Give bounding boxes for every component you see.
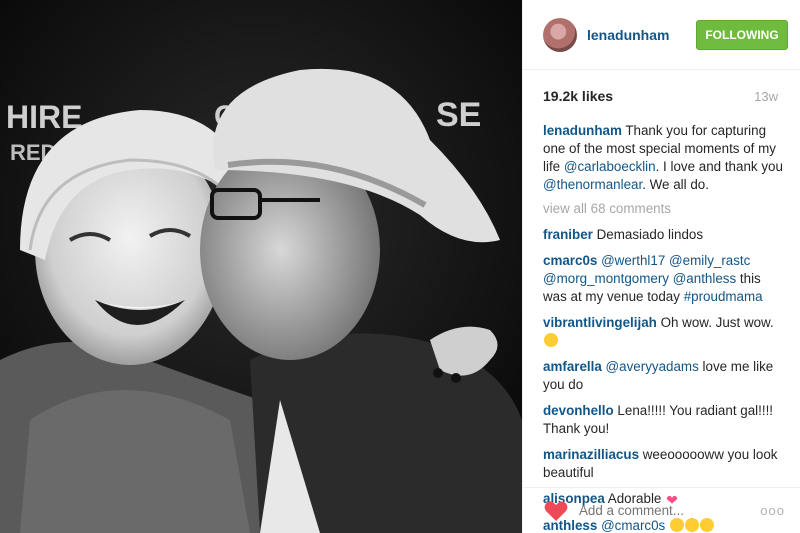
mention-link[interactable]: @morg_montgomery [543,271,669,286]
mention-link[interactable]: @averyyadams [606,359,699,374]
hashtag-link[interactable]: #proudmama [684,289,763,304]
mention-link[interactable]: @werthl17 [601,253,665,268]
post-author-username[interactable]: lenadunham [587,27,696,43]
like-count[interactable]: 19.2k likes [543,88,613,104]
comment-username[interactable]: marinazilliacus [543,447,639,462]
list-item: vibrantlivingelijah Oh wow. Just wow. [543,314,784,350]
comment-text: Demasiado lindos [596,227,704,242]
comment-username[interactable]: devonhello [543,403,614,418]
post-meta: 19.2k likes 13w [523,70,800,122]
following-button[interactable]: FOLLOWING [696,19,788,50]
list-item: devonhello Lena!!!!! You radiant gal!!!!… [543,402,784,438]
list-item: cmarc0s @werthl17 @emily_rastc @morg_mon… [543,252,784,306]
add-comment-input[interactable] [579,503,761,518]
comment-username[interactable]: franiber [543,227,593,242]
post-timestamp[interactable]: 13w [754,89,778,104]
photo-image: HIRE RED C SE [0,0,522,533]
caption-username[interactable]: lenadunham [543,123,622,138]
list-item: amfarella @averyyadams love me like you … [543,358,784,394]
post-header: lenadunham FOLLOWING [523,0,800,70]
mention-link[interactable]: @carlaboecklin [564,159,656,174]
caption: lenadunham Thank you for capturing one o… [543,123,783,192]
post-photo[interactable]: HIRE RED C SE [0,0,522,533]
avatar[interactable] [543,17,577,52]
comment-username[interactable]: amfarella [543,359,602,374]
list-item: marinazilliacus weeoooooww you look beau… [543,446,784,482]
svg-text:HIRE: HIRE [6,99,82,135]
comment-username[interactable]: vibrantlivingelijah [543,315,657,330]
mention-link[interactable]: @anthless [673,271,736,286]
mention-link[interactable]: @emily_rastc [669,253,750,268]
comment-text: Oh wow. Just wow. [660,315,774,330]
comment-username[interactable]: cmarc0s [543,253,597,268]
kissing-face-emoji-icon [544,333,558,347]
svg-text:SE: SE [436,96,481,134]
heart-icon[interactable] [543,499,569,523]
mention-link[interactable]: @thenormanlear [543,177,642,192]
comment-list: lenadunham Thank you for capturing one o… [523,122,800,533]
list-item: franiber Demasiado lindos [543,226,784,244]
view-all-comments-link[interactable]: view all 68 comments [543,200,784,218]
post-details-panel: lenadunham FOLLOWING 19.2k likes 13w len… [522,0,800,533]
more-options-icon[interactable]: ooo [760,503,785,518]
comment-bar: ooo [523,487,800,533]
